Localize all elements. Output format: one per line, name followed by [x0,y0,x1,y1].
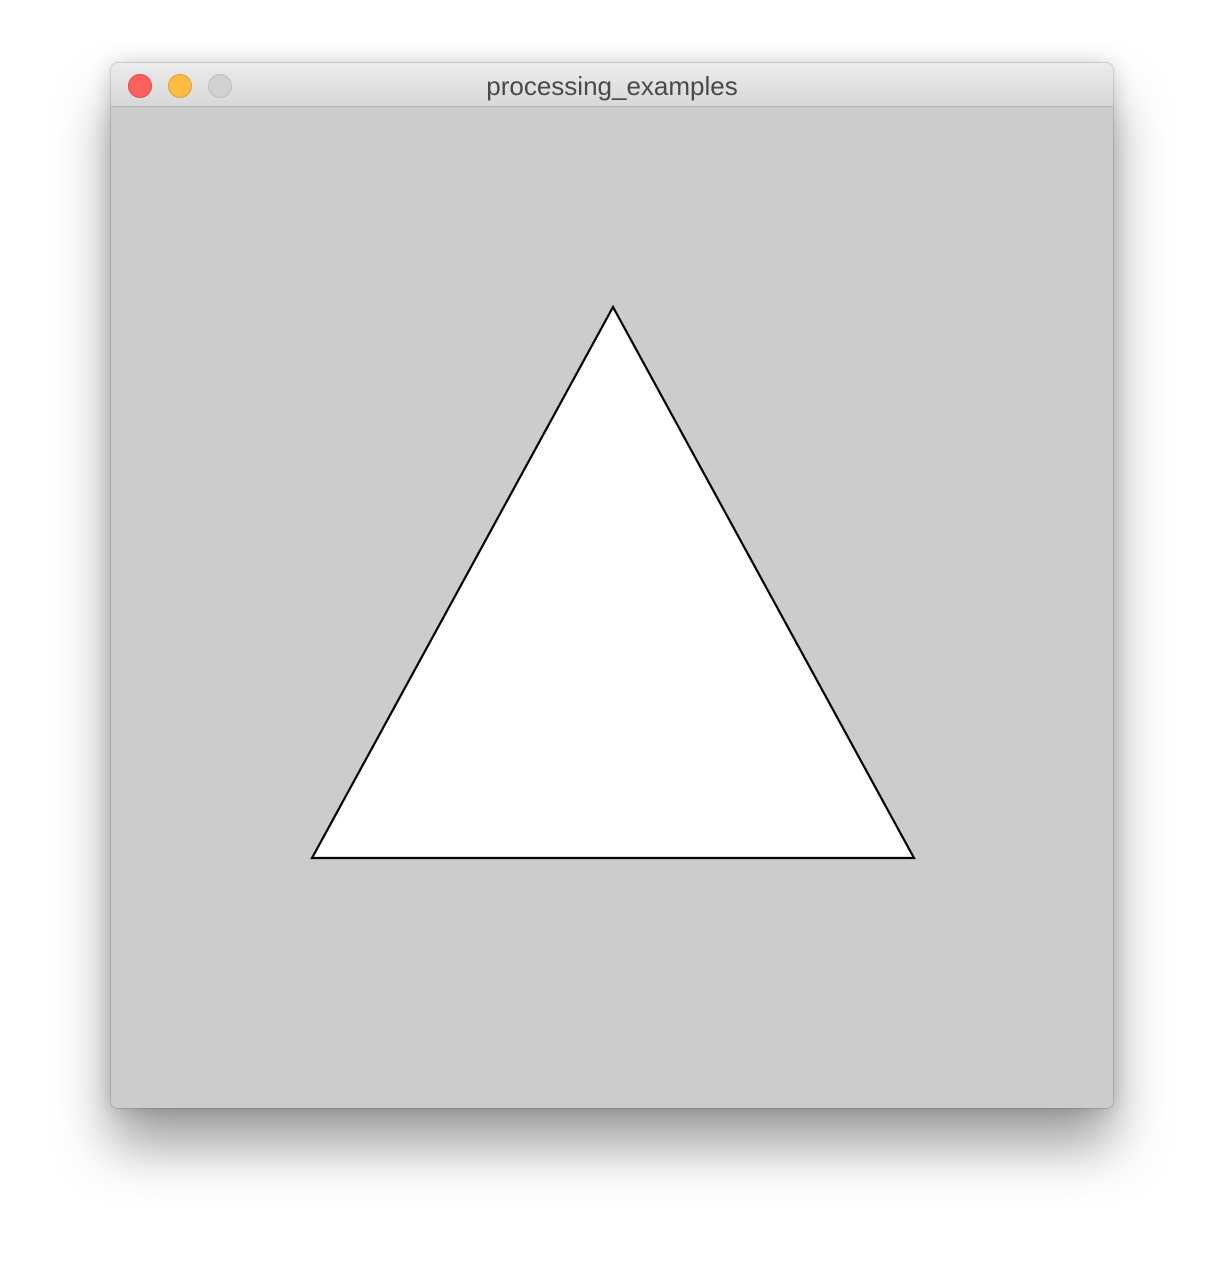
sketch-drawing [310,304,916,860]
title-bar[interactable]: processing_examples [111,63,1113,107]
window-title: processing_examples [486,71,738,101]
sketch-canvas[interactable] [111,107,1113,1108]
triangle-shape [310,304,916,860]
app-window: processing_examples [111,63,1113,1108]
